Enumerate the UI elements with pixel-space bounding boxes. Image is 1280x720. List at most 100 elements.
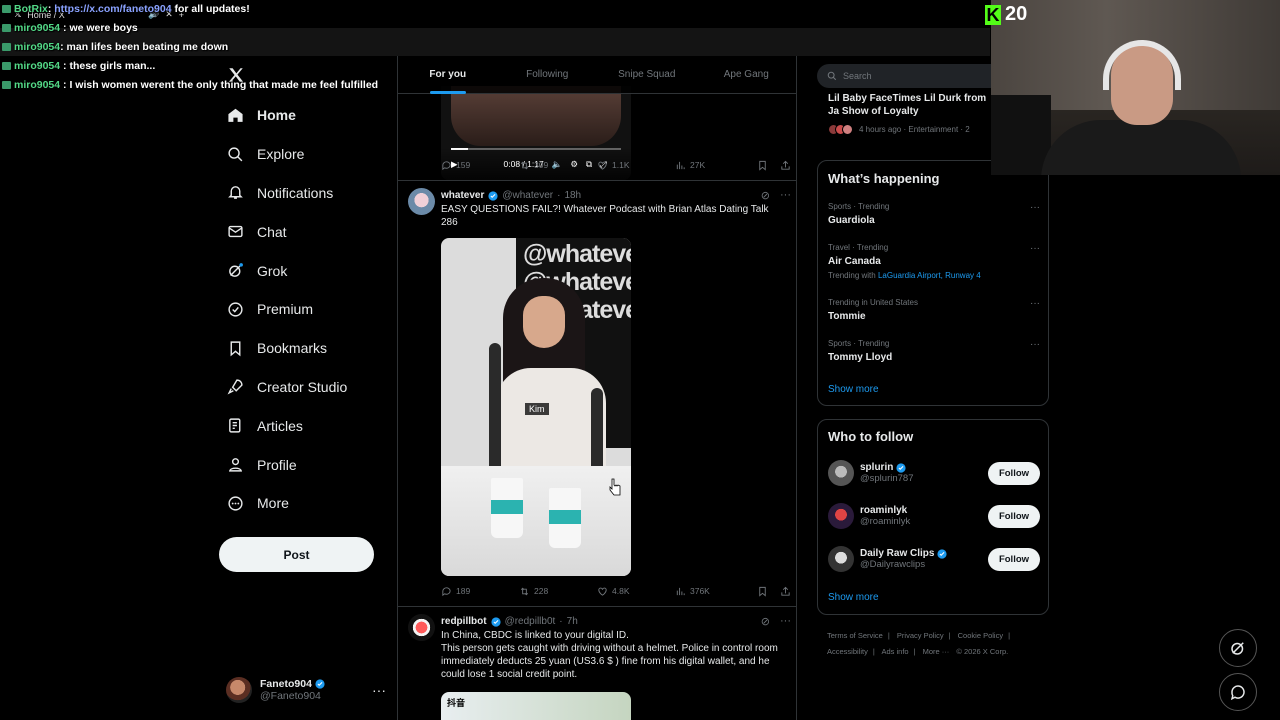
trend-item[interactable]: Sports · Trending Tommy Lloyd ··· bbox=[828, 339, 1040, 363]
sidebar-item-home[interactable]: Home bbox=[219, 96, 389, 135]
sidebar-item-premium[interactable]: Premium bbox=[219, 290, 389, 329]
follow-button[interactable]: Follow bbox=[988, 461, 1040, 485]
bookmark-icon[interactable] bbox=[757, 160, 768, 171]
trend-name: Tommie bbox=[828, 311, 866, 322]
follow-suggestion[interactable]: Daily Raw Clips @Dailyrawclips Follow bbox=[828, 544, 1040, 574]
tab-for-you[interactable]: For you bbox=[398, 56, 498, 94]
media-caption: Kim bbox=[525, 403, 549, 415]
reply-button[interactable]: 189 bbox=[441, 586, 519, 597]
verified-badge-icon bbox=[937, 548, 948, 559]
sidebar-item-grok[interactable]: Grok bbox=[219, 251, 389, 290]
show-more-link[interactable]: Show more bbox=[828, 592, 879, 603]
tweet-author-handle[interactable]: @redpillb0t bbox=[505, 616, 556, 627]
follow-suggestion[interactable]: splurin @splurin787 Follow bbox=[828, 458, 1040, 488]
footer-link[interactable]: Terms of Service bbox=[827, 631, 883, 640]
reply-button[interactable]: 159 bbox=[441, 160, 519, 171]
trend-item[interactable]: Trending in United States Tommie ··· bbox=[828, 298, 1040, 322]
chat-badge-icon bbox=[2, 43, 11, 52]
account-switcher[interactable]: Faneto904 @Faneto904 ··· bbox=[226, 672, 386, 708]
views-button[interactable]: 376K bbox=[675, 586, 753, 597]
tweet-media[interactable]: @whatever @whatever @whatever Kim bbox=[441, 238, 631, 576]
tweet-time[interactable]: 7h bbox=[567, 616, 578, 627]
tab-following[interactable]: Following bbox=[498, 56, 598, 94]
footer-link[interactable]: Privacy Policy bbox=[897, 631, 944, 640]
bookmark-icon[interactable] bbox=[757, 586, 768, 597]
avatar[interactable] bbox=[408, 614, 435, 641]
more-icon[interactable]: ··· bbox=[1030, 298, 1040, 309]
more-icon[interactable]: ··· bbox=[780, 189, 791, 202]
post-button[interactable]: Post bbox=[219, 537, 374, 572]
account-name-row: Faneto904 bbox=[260, 678, 325, 690]
footer-link[interactable]: Cookie Policy bbox=[958, 631, 1003, 640]
like-button[interactable]: 1.1K bbox=[597, 160, 675, 171]
views-button[interactable]: 27K bbox=[675, 160, 753, 171]
footer-link[interactable]: Ads info bbox=[881, 647, 908, 656]
news-meta-row: 4 hours ago · Entertainment · 2 bbox=[828, 124, 998, 135]
news-item[interactable]: Lil Baby FaceTimes Lil Durk from Ja Show… bbox=[828, 92, 998, 135]
reply-count: 159 bbox=[456, 160, 471, 170]
more-icon[interactable]: ··· bbox=[1030, 339, 1040, 350]
chat-line: BotRix: https://x.com/faneto904 for all … bbox=[2, 0, 382, 19]
avatar bbox=[226, 677, 252, 703]
share-icon[interactable] bbox=[780, 586, 791, 597]
reply-icon bbox=[442, 160, 451, 170]
copyright: © 2026 X Corp. bbox=[956, 647, 1009, 656]
more-icon[interactable]: ··· bbox=[1030, 202, 1040, 213]
repost-button[interactable]: 228 bbox=[519, 586, 597, 597]
more-icon[interactable]: ··· bbox=[1030, 243, 1040, 254]
card-title: Who to follow bbox=[828, 429, 914, 444]
sidebar-item-chat[interactable]: Chat bbox=[219, 212, 389, 251]
account-more-icon[interactable]: ··· bbox=[372, 682, 386, 698]
share-icon[interactable] bbox=[780, 160, 791, 171]
trend-category: Sports · Trending bbox=[828, 339, 890, 348]
timeline: For you Following Snipe Squad Ape Gang ▶… bbox=[397, 56, 797, 720]
sidebar-item-creator-studio[interactable]: Creator Studio bbox=[219, 368, 389, 407]
avatar[interactable] bbox=[408, 188, 435, 215]
tweet-media[interactable]: 抖音 bbox=[441, 692, 631, 720]
view-count: 27K bbox=[690, 160, 706, 170]
news-meta: 4 hours ago · Entertainment · 2 bbox=[859, 125, 970, 134]
sidebar-item-more[interactable]: More bbox=[219, 484, 389, 523]
repost-button[interactable]: 309 bbox=[519, 160, 597, 171]
like-count: 1.1K bbox=[612, 160, 630, 170]
sidebar-item-profile[interactable]: Profile bbox=[219, 445, 389, 484]
more-icon[interactable]: ··· bbox=[780, 615, 791, 628]
tweet-text: EASY QUESTIONS FAIL?! Whatever Podcast w… bbox=[441, 204, 769, 228]
repost-count: 228 bbox=[534, 586, 549, 596]
trend-item[interactable]: Sports · Trending Guardiola ··· bbox=[828, 202, 1040, 226]
trend-category: Trending in United States bbox=[828, 298, 918, 307]
sidebar-item-articles[interactable]: Articles bbox=[219, 406, 389, 445]
grok-icon[interactable]: ⊘ bbox=[761, 189, 770, 202]
trend-item[interactable]: Travel · Trending Air Canada Trending wi… bbox=[828, 243, 1040, 280]
follow-button[interactable]: Follow bbox=[988, 547, 1040, 571]
tweet-author-name[interactable]: redpillbot bbox=[441, 616, 487, 627]
sidebar-item-notifications[interactable]: Notifications bbox=[219, 174, 389, 213]
grok-icon[interactable]: ⊘ bbox=[761, 615, 770, 628]
tweet-author-name[interactable]: whatever bbox=[441, 190, 484, 201]
trend-related-links[interactable]: LaGuardia Airport, Runway 4 bbox=[878, 271, 981, 280]
sidebar-item-bookmarks[interactable]: Bookmarks bbox=[219, 329, 389, 368]
tab-snipe-squad[interactable]: Snipe Squad bbox=[597, 56, 697, 94]
sidebar-item-explore[interactable]: Explore bbox=[219, 135, 389, 174]
divider bbox=[398, 180, 796, 181]
sidebar-item-label: Creator Studio bbox=[257, 378, 348, 395]
chat-message: for all updates! bbox=[171, 3, 250, 15]
suggestion-handle: @splurin787 bbox=[860, 473, 914, 484]
tweet-author-handle[interactable]: @whatever bbox=[502, 190, 553, 201]
grok-fab-button[interactable] bbox=[1219, 629, 1257, 667]
tweet-time[interactable]: 18h bbox=[564, 190, 581, 201]
tweet-actions: 159 309 1.1K 27K bbox=[441, 158, 791, 172]
footer-link[interactable]: More ··· bbox=[923, 647, 950, 656]
follow-button[interactable]: Follow bbox=[988, 504, 1040, 528]
tweet-header: whatever @whatever · 18h ⊘ ··· bbox=[441, 189, 791, 202]
tab-ape-gang[interactable]: Ape Gang bbox=[697, 56, 797, 94]
suggestion-name: Daily Raw Clips bbox=[860, 548, 935, 559]
follow-suggestion[interactable]: roaminlyk @roaminlyk Follow bbox=[828, 501, 1040, 531]
views-icon bbox=[676, 587, 685, 595]
show-more-link[interactable]: Show more bbox=[828, 384, 879, 395]
like-button[interactable]: 4.8K bbox=[597, 586, 675, 597]
messages-fab-button[interactable] bbox=[1219, 673, 1257, 711]
footer-link[interactable]: Accessibility bbox=[827, 647, 868, 656]
stream-chat-overlay: BotRix: https://x.com/faneto904 for all … bbox=[2, 0, 382, 95]
dot-separator: · bbox=[559, 616, 563, 627]
